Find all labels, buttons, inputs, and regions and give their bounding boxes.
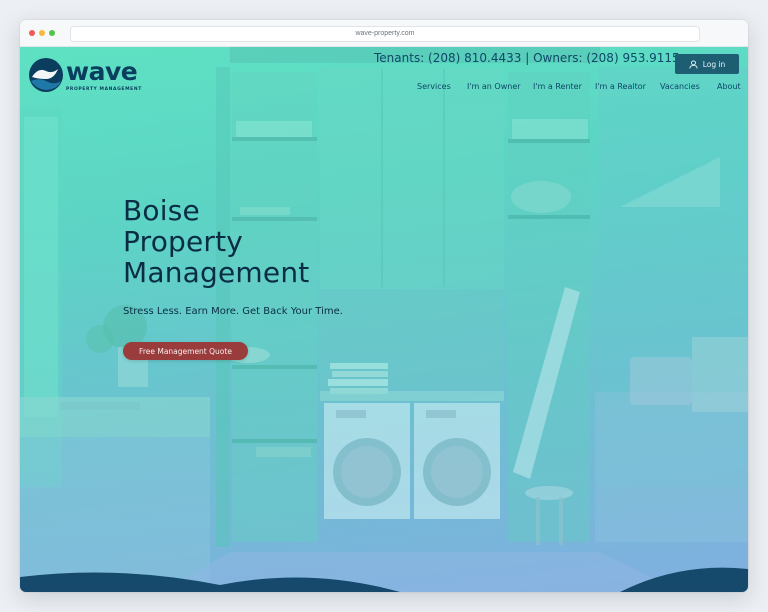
nav-item-realtor[interactable]: I'm a Realtor bbox=[595, 82, 646, 91]
headline-line-3: Management bbox=[123, 256, 310, 289]
maximize-window-dot[interactable] bbox=[49, 30, 55, 36]
nav-item-services[interactable]: Services bbox=[417, 82, 451, 91]
user-icon bbox=[689, 59, 698, 69]
login-label: Log in bbox=[702, 59, 726, 69]
address-bar[interactable]: wave-property.com bbox=[70, 26, 700, 42]
headline-line-2: Property bbox=[123, 225, 244, 258]
hero-headline: Boise Property Management bbox=[123, 195, 309, 288]
nav-item-renter[interactable]: I'm a Renter bbox=[533, 82, 582, 91]
nav-item-owner[interactable]: I'm an Owner bbox=[467, 82, 521, 91]
contact-phones[interactable]: Tenants: (208) 810.4433 | Owners: (208) … bbox=[374, 51, 680, 65]
minimize-window-dot[interactable] bbox=[39, 30, 45, 36]
headline-line-1: Boise bbox=[123, 194, 200, 227]
nav-item-about[interactable]: About bbox=[717, 82, 741, 91]
browser-titlebar: wave-property.com bbox=[20, 20, 748, 47]
close-window-dot[interactable] bbox=[29, 30, 35, 36]
hero-section: wave PROPERTY MANAGEMENT Tenants: (208) … bbox=[20, 47, 748, 592]
nav-item-vacancies[interactable]: Vacancies bbox=[660, 82, 700, 91]
free-quote-button[interactable]: Free Management Quote bbox=[123, 342, 248, 360]
login-button[interactable]: Log in bbox=[675, 54, 739, 74]
browser-window: wave-property.com wave PROPERTY MANAGEME… bbox=[20, 20, 748, 592]
hero-subheadline: Stress Less. Earn More. Get Back Your Ti… bbox=[123, 306, 343, 317]
hero-color-overlay bbox=[20, 47, 748, 592]
main-navigation: Services I'm an Owner I'm a Renter I'm a… bbox=[20, 82, 748, 96]
